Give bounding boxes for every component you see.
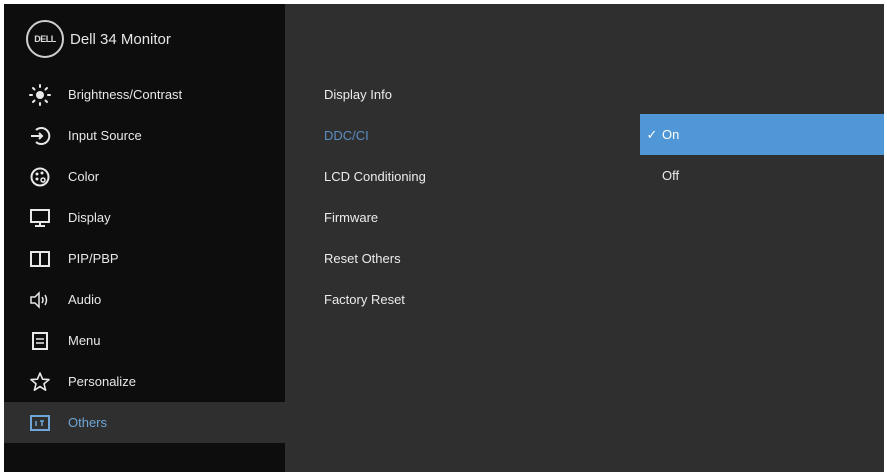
pip-pbp-icon: [29, 248, 51, 270]
menu-item-label: Others: [68, 415, 108, 430]
brightness-icon: [29, 83, 51, 106]
menu-icon: [29, 330, 51, 352]
menu-item-display[interactable]: Display: [4, 197, 285, 238]
menu-item-pip-pbp[interactable]: PIP/PBP: [4, 238, 285, 279]
option-label: On: [662, 127, 680, 142]
option-label: Off: [662, 168, 680, 183]
main-menu: Brightness/Contrast Input Source Color D…: [4, 74, 285, 443]
menu-item-label: Personalize: [68, 374, 136, 389]
menu-item-label: Display: [68, 210, 111, 225]
menu-item-color[interactable]: Color: [4, 156, 285, 197]
menu-item-personalize[interactable]: Personalize: [4, 361, 285, 402]
submenu-item-factory-reset[interactable]: Factory Reset: [324, 279, 426, 320]
option-on[interactable]: ✓ On: [640, 114, 884, 155]
menu-item-label: PIP/PBP: [68, 251, 119, 266]
submenu-item-ddc-ci[interactable]: DDC/CI: [324, 115, 426, 156]
menu-item-audio[interactable]: Audio: [4, 279, 285, 320]
submenu-item-display-info[interactable]: Display Info: [324, 74, 426, 115]
menu-item-label: Audio: [68, 292, 102, 307]
osd-header: DELL Dell 34 Monitor: [4, 4, 285, 74]
monitor-title: Dell 34 Monitor: [70, 30, 171, 48]
menu-item-others[interactable]: Others: [4, 402, 285, 443]
others-submenu: Display Info DDC/CI LCD Conditioning Fir…: [324, 74, 426, 320]
menu-item-menu[interactable]: Menu: [4, 320, 285, 361]
menu-item-brightness-contrast[interactable]: Brightness/Contrast: [4, 74, 285, 115]
submenu-item-lcd-conditioning[interactable]: LCD Conditioning: [324, 156, 426, 197]
menu-item-label: Brightness/Contrast: [68, 87, 183, 102]
others-icon: [29, 412, 51, 434]
osd-sidebar: DELL Dell 34 Monitor Brightness/Contrast…: [4, 4, 285, 472]
menu-item-label: Color: [68, 169, 100, 184]
submenu-item-firmware[interactable]: Firmware: [324, 197, 426, 238]
monitor-osd: DELL Dell 34 Monitor Brightness/Contrast…: [4, 4, 884, 472]
menu-item-input-source[interactable]: Input Source: [4, 115, 285, 156]
option-off[interactable]: Off: [640, 155, 884, 196]
display-icon: [29, 207, 51, 229]
dell-logo: DELL: [26, 20, 64, 58]
check-icon: ✓: [646, 126, 658, 142]
submenu-item-reset-others[interactable]: Reset Others: [324, 238, 426, 279]
dell-logo-text: DELL: [34, 34, 56, 44]
menu-item-label: Input Source: [68, 128, 142, 143]
speaker-icon: [29, 289, 51, 311]
ddc-ci-options: ✓ On Off: [640, 114, 884, 196]
color-palette-icon: [29, 166, 51, 188]
star-icon: [29, 371, 51, 393]
menu-item-label: Menu: [68, 333, 101, 348]
input-source-icon: [29, 125, 51, 147]
